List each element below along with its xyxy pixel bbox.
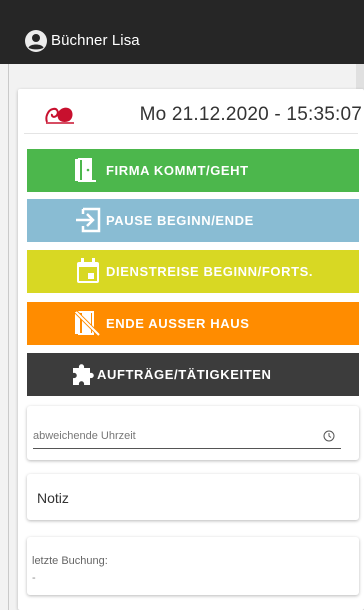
puzzle-icon (73, 364, 94, 385)
clock-icon[interactable] (323, 430, 335, 442)
left-divider (8, 64, 9, 610)
note-input[interactable]: Notiz (27, 474, 359, 520)
user-name: Büchner Lisa (51, 32, 140, 49)
action-label: PAUSE BEGINN/ENDE (106, 213, 254, 228)
last-booking-panel: letzte Buchung: - (27, 537, 359, 595)
input-underline (33, 448, 341, 449)
calendar-icon (77, 258, 99, 283)
account-circle-icon[interactable] (24, 29, 48, 53)
firma-kommt-geht-button[interactable]: FIRMA KOMMT/GEHT (27, 149, 359, 192)
company-logo-icon (45, 107, 74, 124)
no-door-icon (74, 310, 101, 337)
action-label: AUFTRÄGE/TÄTIGKEITEN (97, 367, 272, 382)
app-header: Büchner Lisa (0, 0, 364, 64)
action-label: DIENSTREISE BEGINN/FORTS. (106, 264, 314, 279)
auftraege-taetigkeiten-button[interactable]: AUFTRÄGE/TÄTIGKEITEN (27, 353, 359, 396)
main-card: Mo 21.12.2020 - 15:35:07 FIRMA KOMMT/GEH… (18, 89, 364, 610)
dienstreise-button[interactable]: DIENSTREISE BEGINN/FORTS. (27, 250, 359, 293)
door-icon (75, 158, 96, 182)
time-input[interactable]: abweichende Uhrzeit (27, 406, 359, 460)
last-booking-value: - (32, 572, 36, 584)
ende-ausser-haus-button[interactable]: ENDE AUSSER HAUS (27, 302, 359, 345)
action-label: FIRMA KOMMT/GEHT (106, 163, 249, 178)
action-label: ENDE AUSSER HAUS (106, 316, 250, 331)
time-input-placeholder: abweichende Uhrzeit (33, 430, 136, 442)
note-input-placeholder: Notiz (37, 490, 69, 506)
current-datetime: Mo 21.12.2020 - 15:35:07 (139, 104, 362, 125)
pause-beginn-ende-button[interactable]: PAUSE BEGINN/ENDE (27, 199, 359, 242)
login-arrow-icon (76, 207, 101, 233)
divider (24, 133, 358, 134)
last-booking-label: letzte Buchung: (32, 555, 108, 567)
